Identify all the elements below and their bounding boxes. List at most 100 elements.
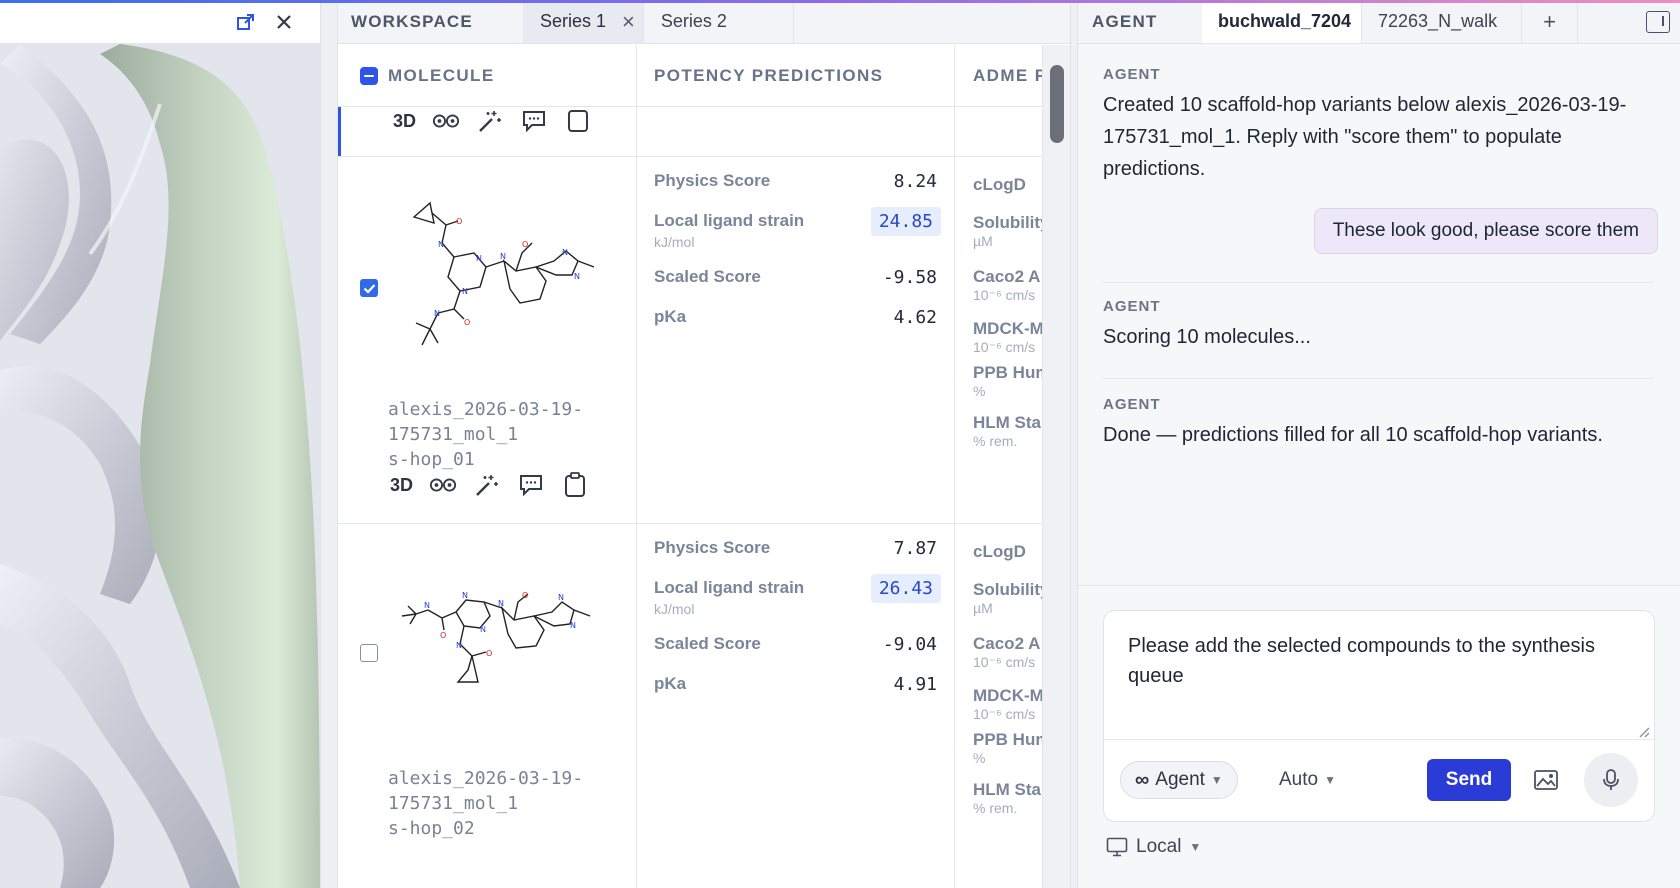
prediction-physics-score: Physics Score 7.87 <box>654 538 937 559</box>
tab-n-walk[interactable]: 72263_N_walk <box>1362 0 1522 43</box>
tab-buchwald[interactable]: buchwald_7204 <box>1202 0 1362 43</box>
environment-select[interactable]: Local ▼ <box>1106 836 1201 858</box>
adme-predictions: cLogD SolubilityµM Caco2 A to B10⁻⁶ cm/s… <box>973 175 1042 449</box>
svg-text:O: O <box>464 318 470 327</box>
molecule-cell: O O O N N N N N N N alexis_2026-03-19- 175731_mo… <box>338 157 637 523</box>
svg-text:N: N <box>462 591 468 600</box>
table-row: O O O N N N N N N N alexis_2026-03-19- 175731_mo… <box>338 524 1042 888</box>
message-role: AGENT <box>1103 298 1161 315</box>
send-button[interactable]: Send <box>1427 759 1511 801</box>
comment-icon[interactable] <box>517 471 545 499</box>
agent-mode-select[interactable]: ∞ Agent ▼ <box>1120 761 1238 799</box>
checkbox-icon[interactable] <box>564 107 592 135</box>
environment-label: Local <box>1136 836 1182 857</box>
column-header-label: MOLECULE <box>388 65 495 85</box>
model-select[interactable]: Auto ▼ <box>1279 761 1336 799</box>
protein-viewer-panel <box>0 0 320 888</box>
row-select-checkbox[interactable] <box>360 644 378 662</box>
molecule-id[interactable]: alexis_2026-03-19- 175731_mol_1 s-hop_02 <box>388 766 628 841</box>
workspace-label: WORKSPACE <box>351 11 473 31</box>
clipboard-icon[interactable] <box>561 471 589 499</box>
agent-mode-label: Agent <box>1155 769 1205 790</box>
svg-text:N: N <box>434 309 440 318</box>
protein-3d-canvas[interactable] <box>0 44 320 888</box>
molecule-grid: MOLECULE POTENCY PREDICTIONS ADME PREDIC… <box>338 45 1070 888</box>
magic-wand-icon[interactable] <box>473 471 501 499</box>
workspace-tabbar: WORKSPACE Series 1 × Series 2 <box>338 0 1070 44</box>
popout-icon[interactable] <box>236 12 256 32</box>
column-header-molecule[interactable]: MOLECULE <box>338 45 637 107</box>
svg-text:N: N <box>498 599 504 608</box>
svg-text:O: O <box>440 631 446 640</box>
adme-cell <box>955 107 1042 156</box>
potency-predictions: Physics Score 8.24 Local ligand strain k… <box>654 171 941 347</box>
svg-text:O: O <box>522 591 528 600</box>
svg-text:N: N <box>570 621 576 630</box>
user-message: These look good, please score them <box>1313 208 1658 254</box>
magic-wand-icon[interactable] <box>476 107 504 135</box>
glasses-icon[interactable] <box>429 471 457 499</box>
select-all-checkbox[interactable] <box>360 66 378 85</box>
message-divider <box>1103 282 1653 283</box>
view-3d-button[interactable]: 3D <box>390 475 413 496</box>
adme-cell: cLogD SolubilityµM Caco2 A to B10⁻⁶ cm/s… <box>955 524 1042 888</box>
svg-text:N: N <box>480 625 486 634</box>
molecule-id[interactable]: alexis_2026-03-19- 175731_mol_1 s-hop_01 <box>388 397 628 472</box>
composer: Please add the selected compounds to the… <box>1103 610 1655 822</box>
agent-splitter[interactable] <box>1070 0 1078 888</box>
prediction-local-ligand-strain: Local ligand strain kJ/mol 24.85 <box>654 207 941 267</box>
view-3d-button[interactable]: 3D <box>393 111 416 132</box>
viewer-header <box>0 0 320 44</box>
row-select-checkbox[interactable] <box>360 279 378 297</box>
close-icon[interactable]: × <box>622 10 635 33</box>
agent-panel: AGENT buchwald_7204 72263_N_walk + AGENT… <box>1078 0 1680 888</box>
viewer-splitter[interactable] <box>320 0 338 888</box>
composer-area: Please add the selected compounds to the… <box>1078 585 1680 888</box>
column-header-potency[interactable]: POTENCY PREDICTIONS <box>637 45 955 107</box>
glasses-icon[interactable] <box>432 107 460 135</box>
row-actions: 3D <box>393 107 592 135</box>
workspace-panel: WORKSPACE Series 1 × Series 2 MOLECULE P… <box>338 0 1070 888</box>
sidebar-toggle-icon[interactable] <box>1646 11 1670 33</box>
composer-divider <box>1104 739 1654 740</box>
tab-series-1[interactable]: Series 1 × <box>523 0 644 43</box>
resize-handle-icon[interactable] <box>1638 726 1650 738</box>
svg-text:O: O <box>456 217 462 226</box>
svg-text:N: N <box>476 254 482 263</box>
prediction-pka: pKa 4.91 <box>654 674 937 695</box>
message-input[interactable]: Please add the selected compounds to the… <box>1128 631 1628 691</box>
svg-text:N: N <box>462 287 468 296</box>
message-text: Created 10 scaffold-hop variants below a… <box>1103 94 1627 180</box>
svg-text:N: N <box>500 252 506 261</box>
close-icon[interactable] <box>274 12 294 32</box>
top-gradient-bar <box>0 0 1680 3</box>
comment-icon[interactable] <box>520 107 548 135</box>
agent-message: AGENT Done — predictions filled for all … <box>1103 396 1653 451</box>
tab-series-2[interactable]: Series 2 <box>644 0 794 43</box>
svg-text:O: O <box>486 649 492 658</box>
app-root: WORKSPACE Series 1 × Series 2 MOLECULE P… <box>0 0 1680 888</box>
image-attach-icon[interactable] <box>1529 763 1563 797</box>
message-divider <box>1103 378 1653 379</box>
tab-label: Series 1 <box>540 11 607 31</box>
microphone-icon[interactable] <box>1584 753 1638 807</box>
chevron-down-icon: ▼ <box>1324 773 1336 787</box>
new-tab-button[interactable]: + <box>1522 0 1578 43</box>
vertical-scrollbar[interactable] <box>1042 45 1070 888</box>
scrollbar-thumb[interactable] <box>1050 65 1064 143</box>
table-row: 3D <box>338 107 1042 157</box>
svg-text:N: N <box>438 240 444 249</box>
row-actions: 3D <box>390 471 589 499</box>
message-role: AGENT <box>1103 396 1161 413</box>
molecule-structure-image[interactable]: O O O N N N N N N N <box>394 566 604 736</box>
table-row: O O O N N N N N N N alexis_2026-03-19- 175731_mo… <box>338 157 1042 524</box>
tab-label: Series 2 <box>660 11 727 31</box>
message-list: AGENT Created 10 scaffold-hop variants b… <box>1078 44 1680 584</box>
prediction-scaled-score: Scaled Score -9.04 <box>654 634 937 655</box>
chevron-down-icon: ▼ <box>1210 773 1223 787</box>
molecule-structure-image[interactable]: O O O N N N N N N N <box>394 195 604 365</box>
svg-text:N: N <box>562 248 568 257</box>
model-label: Auto <box>1279 769 1319 790</box>
molecule-cell: O O O N N N N N N N alexis_2026-03-19- 175731_mo… <box>338 524 637 888</box>
message-role: AGENT <box>1103 66 1161 83</box>
